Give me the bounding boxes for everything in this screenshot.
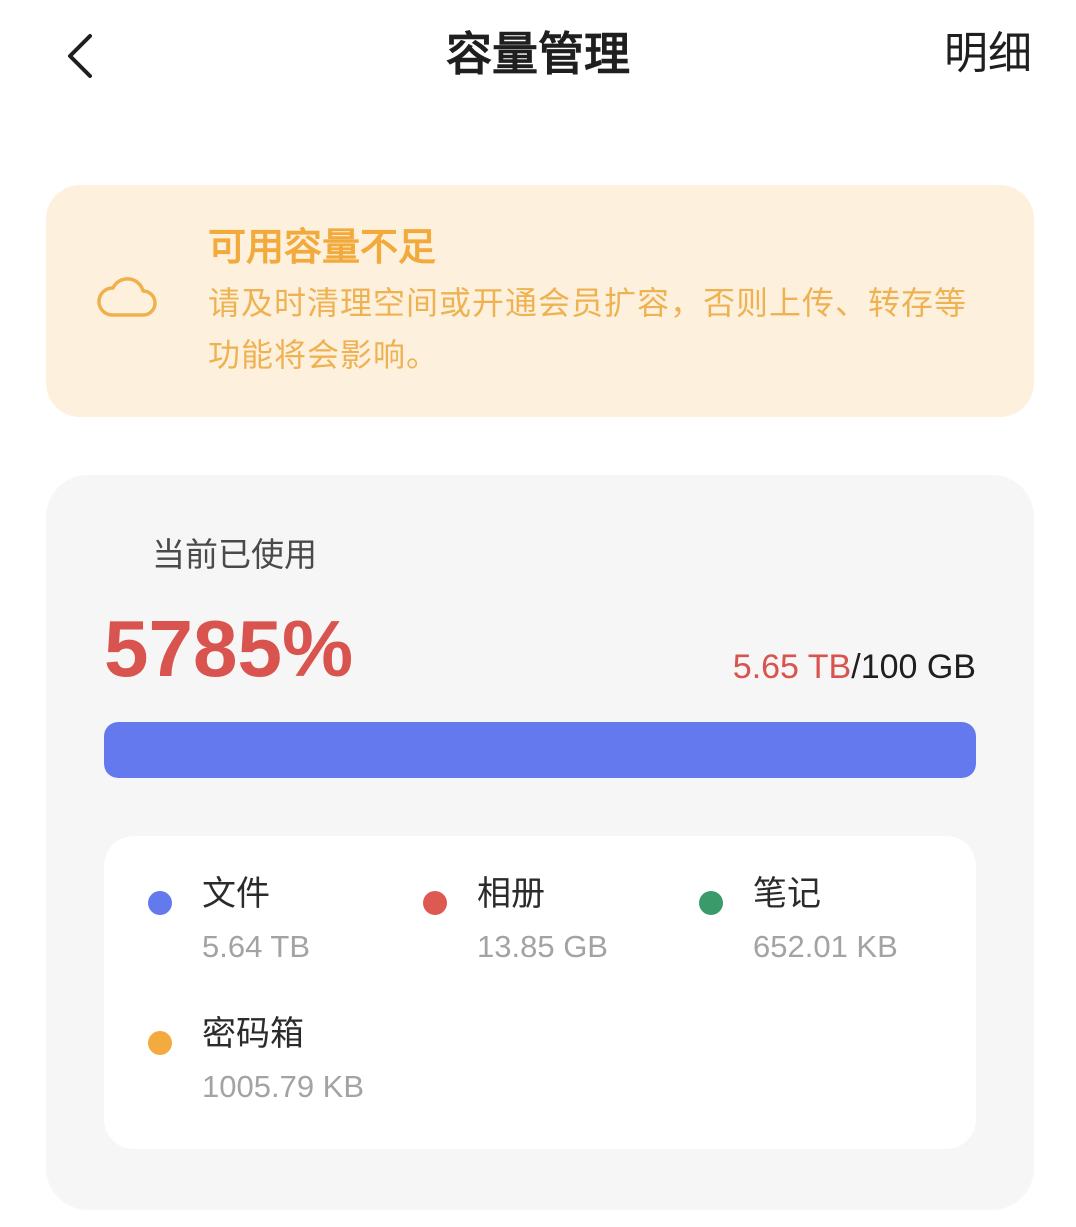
- category-size: 652.01 KB: [753, 929, 898, 964]
- usage-progress-fill: [104, 722, 976, 778]
- storage-breakdown: 文件 5.64 TB 相册 13.85 GB 笔记 652.01 KB 密码箱 …: [104, 836, 976, 1149]
- category-name: 密码箱: [202, 1014, 304, 1054]
- low-capacity-warning: 可用容量不足 请及时清理空间或开通会员扩容，否则上传、转存等功能将会影响。: [46, 185, 1034, 417]
- category-name: 相册: [477, 874, 545, 914]
- notes-color-dot: [699, 891, 723, 915]
- vault-color-dot: [148, 1031, 172, 1055]
- capacity-management-page: 容量管理 明细 可用容量不足 请及时清理空间或开通会员扩容，否则上传、转存等功能…: [0, 0, 1076, 1227]
- used-amount: 5.65 TB: [732, 648, 852, 686]
- amount-separator: /: [851, 648, 861, 686]
- warning-message: 请及时清理空间或开通会员扩容，否则上传、转存等功能将会影响。: [208, 284, 968, 374]
- category-notes[interactable]: 笔记 652.01 KB: [655, 836, 935, 964]
- nav-bar: 容量管理 明细: [0, 0, 1076, 110]
- category-size: 1005.79 KB: [202, 1069, 365, 1104]
- album-color-dot: [423, 891, 447, 915]
- detail-button[interactable]: 明细: [944, 26, 1032, 82]
- cloud-icon: [96, 273, 158, 321]
- page-title: 容量管理: [446, 27, 630, 81]
- usage-label: 当前已使用: [152, 535, 317, 574]
- total-amount: 100 GB: [860, 648, 976, 686]
- category-vault[interactable]: 密码箱 1005.79 KB: [104, 976, 384, 1104]
- usage-progress-bar: [104, 722, 976, 778]
- category-album[interactable]: 相册 13.85 GB: [379, 836, 659, 964]
- warning-title: 可用容量不足: [208, 225, 437, 269]
- usage-card: 当前已使用 5785% 5.65 TB/100 GB 文件 5.64 TB 相册…: [46, 475, 1034, 1210]
- usage-amount: 5.65 TB/100 GB: [733, 645, 976, 689]
- category-size: 13.85 GB: [477, 929, 608, 964]
- category-name: 笔记: [753, 874, 821, 914]
- files-color-dot: [148, 891, 172, 915]
- category-name: 文件: [202, 874, 270, 914]
- category-size: 5.64 TB: [202, 929, 311, 964]
- usage-percent: 5785%: [104, 604, 354, 693]
- category-files[interactable]: 文件 5.64 TB: [104, 836, 384, 964]
